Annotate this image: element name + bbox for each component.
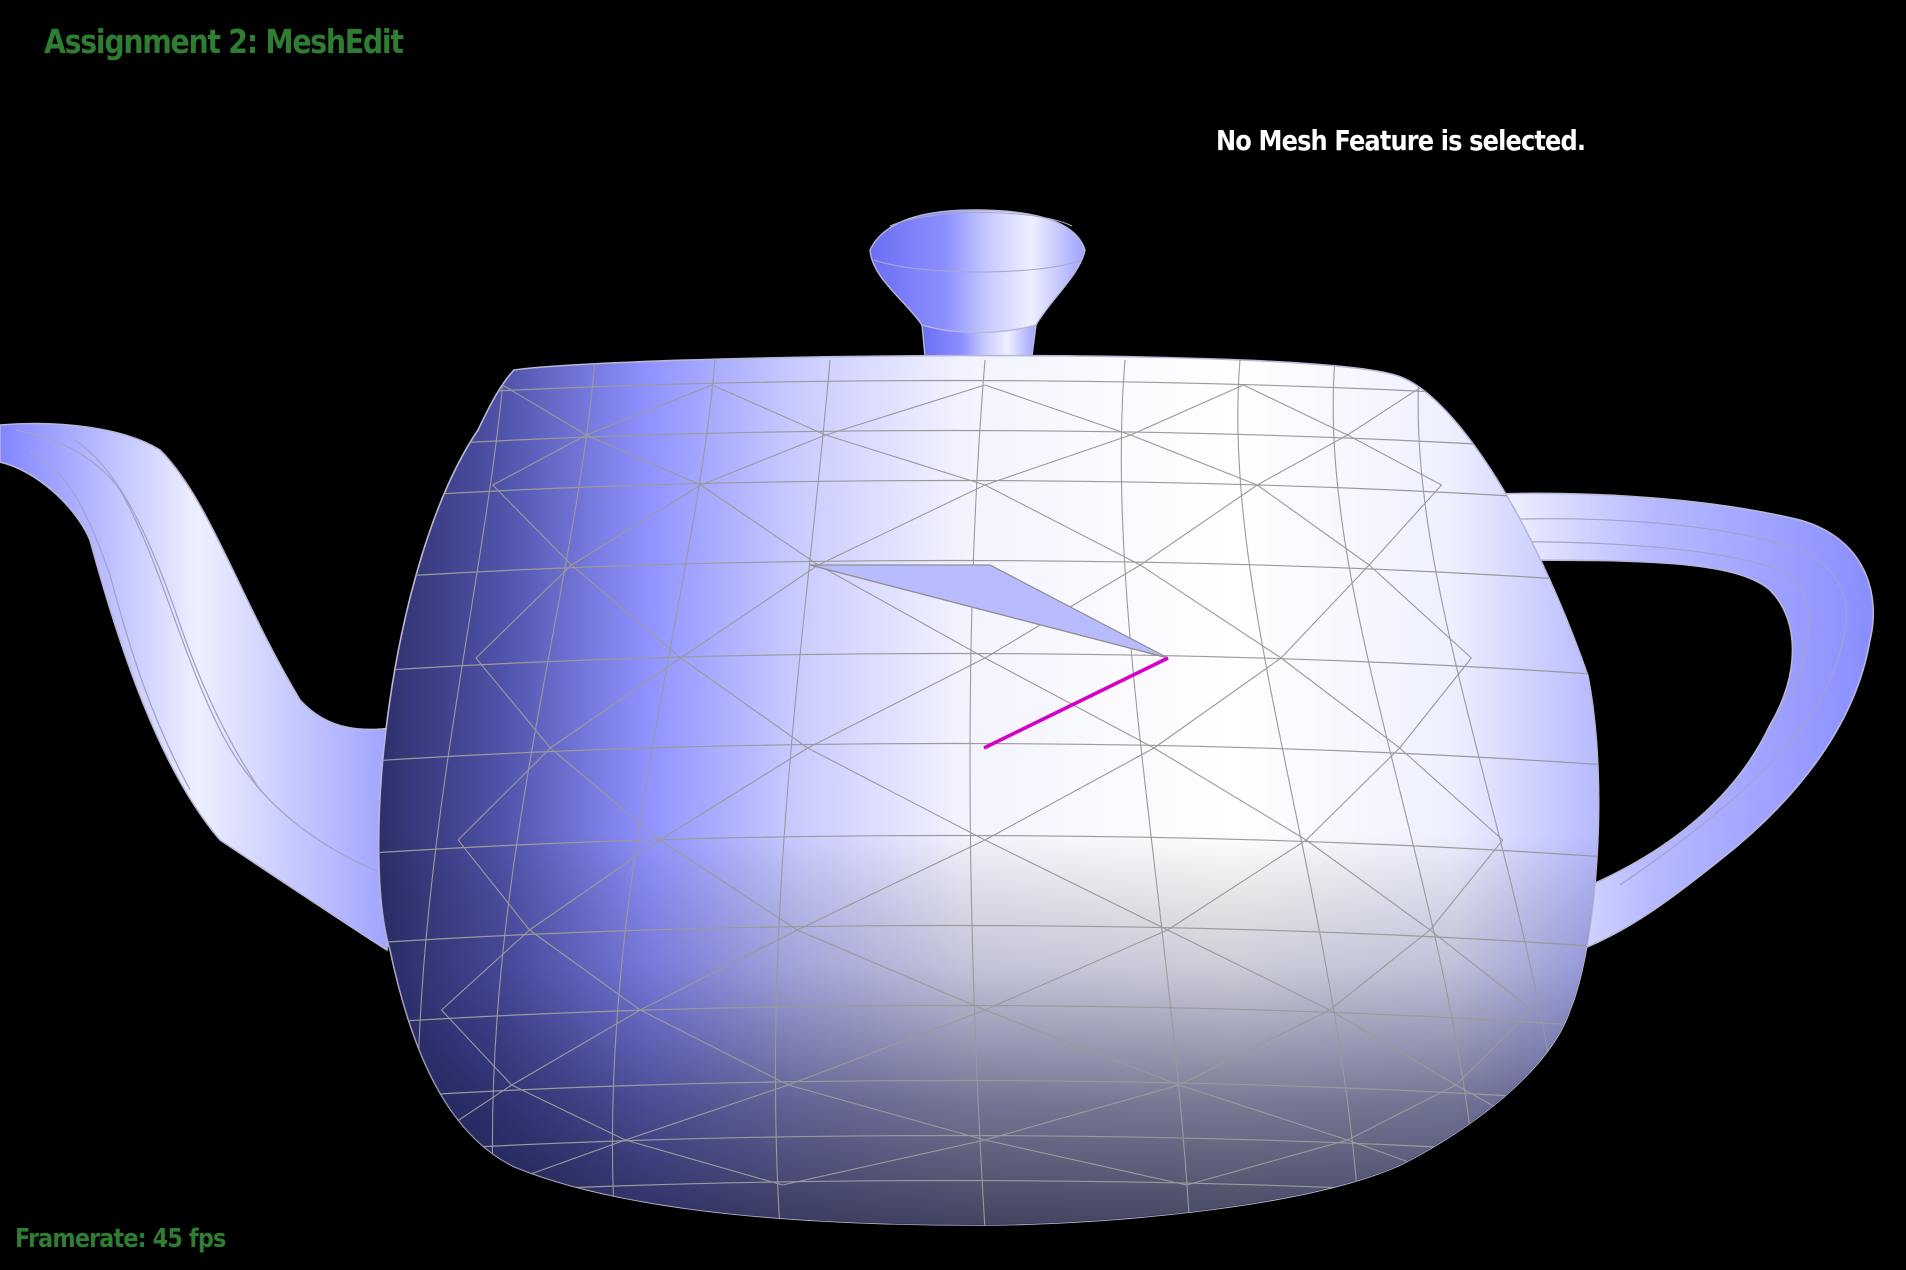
mesh-viewport[interactable]: Assignment 2: MeshEdit No Mesh Feature i… — [0, 0, 1906, 1270]
mesh-diagonal-edge — [1472, 1139, 1555, 1186]
teapot-lid-knob — [869, 209, 1086, 362]
selection-status: No Mesh Feature is selected. — [1216, 124, 1586, 157]
teapot-body — [377, 354, 1600, 1226]
framerate-readout: Framerate: 45 fps — [15, 1224, 226, 1254]
app-title: Assignment 2: MeshEdit — [44, 22, 404, 61]
teapot-mesh-canvas[interactable] — [0, 0, 1906, 1270]
teapot-spout — [0, 422, 396, 952]
